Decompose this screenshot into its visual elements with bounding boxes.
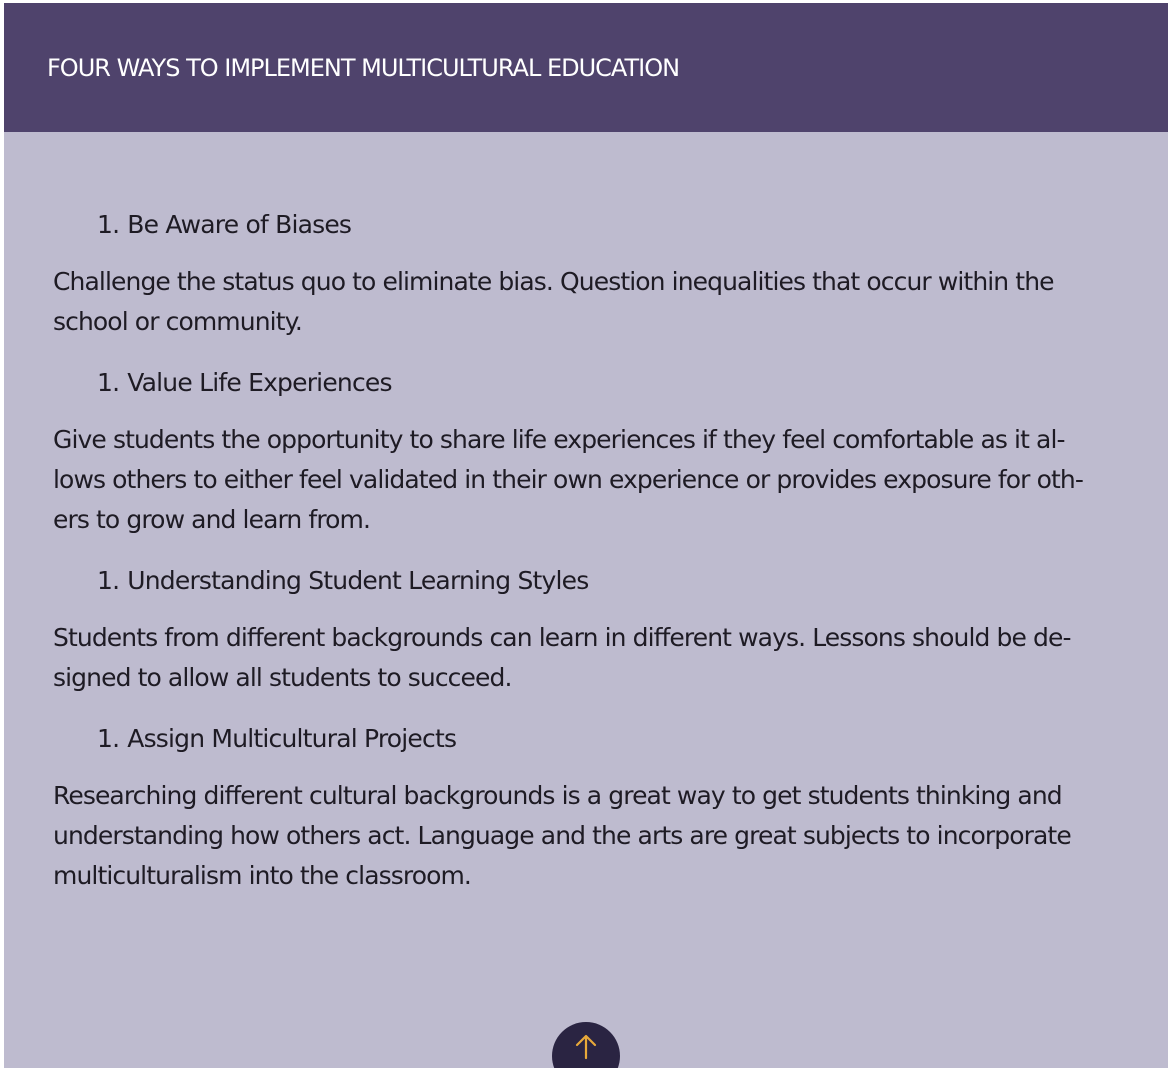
text-line: Give students the opportunity to share l… (53, 425, 1066, 454)
text-line: ers to grow and learn from. (53, 505, 371, 534)
text-line: lows others to either feel validated in … (53, 465, 1084, 494)
item-number: 1. (97, 210, 120, 239)
item-heading-text: Assign Multicultural Projects (127, 724, 457, 753)
text-line: Challenge the status quo to eliminate bi… (53, 267, 1055, 296)
text-line: Researching different cultural backgroun… (53, 781, 1063, 810)
list-item: 1. Assign Multicultural Projects Research… (53, 724, 1113, 896)
item-description: Challenge the status quo to eliminate bi… (53, 262, 1108, 342)
item-description: Students from different backgrounds can … (53, 618, 1108, 698)
item-heading-text: Be Aware of Biases (127, 210, 352, 239)
list-item: 1. Be Aware of Biases Challenge the statu… (53, 210, 1113, 342)
text-line: school or community. (53, 307, 303, 336)
text-line: Students from different backgrounds can … (53, 623, 1071, 652)
item-heading: 1. Assign Multicultural Projects (97, 724, 1113, 754)
item-heading: 1. Be Aware of Biases (97, 210, 1113, 240)
main-content: 1. Be Aware of Biases Challenge the statu… (4, 132, 1113, 896)
text-line: multiculturalism into the classroom. (53, 861, 472, 890)
page-frame: FOUR WAYS TO IMPLEMENT MULTICULTURAL EDU… (4, 3, 1168, 1068)
arrow-up-icon (575, 1034, 597, 1060)
page-title: FOUR WAYS TO IMPLEMENT MULTICULTURAL EDU… (47, 53, 680, 82)
item-heading: 1. Value Life Experiences (97, 368, 1113, 398)
item-number: 1. (97, 724, 120, 753)
list-item: 1. Understanding Student Learning Styles … (53, 566, 1113, 698)
item-heading-text: Understanding Student Learning Styles (127, 566, 589, 595)
item-description: Researching different cultural backgroun… (53, 776, 1108, 896)
item-description: Give students the opportunity to share l… (53, 420, 1108, 540)
item-heading-text: Value Life Experiences (127, 368, 392, 397)
text-line: signed to allow all students to succeed. (53, 663, 512, 692)
item-number: 1. (97, 368, 120, 397)
list-item: 1. Value Life Experiences Give students t… (53, 368, 1113, 540)
item-number: 1. (97, 566, 120, 595)
text-line: understanding how others act. Language a… (53, 821, 1072, 850)
back-to-top-button[interactable] (552, 1022, 620, 1068)
item-heading: 1. Understanding Student Learning Styles (97, 566, 1113, 596)
page-header: FOUR WAYS TO IMPLEMENT MULTICULTURAL EDU… (4, 3, 1168, 132)
